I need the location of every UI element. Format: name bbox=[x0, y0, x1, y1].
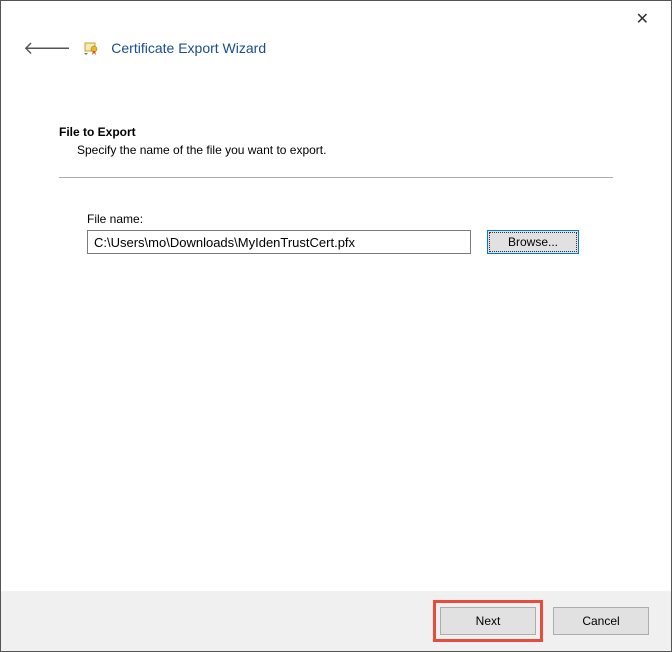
certificate-icon bbox=[83, 40, 99, 56]
file-section: File name: Browse... bbox=[59, 178, 613, 254]
back-arrow-icon[interactable]: 🡐 bbox=[23, 39, 71, 57]
content-area: File to Export Specify the name of the f… bbox=[1, 69, 671, 254]
file-row: Browse... bbox=[87, 230, 613, 254]
file-name-label: File name: bbox=[87, 212, 613, 226]
close-icon[interactable]: ✕ bbox=[628, 7, 657, 31]
wizard-title: Certificate Export Wizard bbox=[111, 40, 266, 56]
wizard-header: 🡐 Certificate Export Wizard bbox=[1, 31, 671, 69]
section-description: Specify the name of the file you want to… bbox=[59, 143, 613, 157]
file-name-input[interactable] bbox=[87, 230, 471, 254]
cancel-button[interactable]: Cancel bbox=[553, 607, 649, 635]
titlebar: ✕ bbox=[1, 1, 671, 31]
wizard-footer: Next Cancel bbox=[1, 591, 671, 651]
next-highlight: Next bbox=[433, 600, 543, 642]
next-button[interactable]: Next bbox=[440, 607, 536, 635]
browse-button[interactable]: Browse... bbox=[487, 230, 579, 254]
section-title: File to Export bbox=[59, 125, 613, 139]
